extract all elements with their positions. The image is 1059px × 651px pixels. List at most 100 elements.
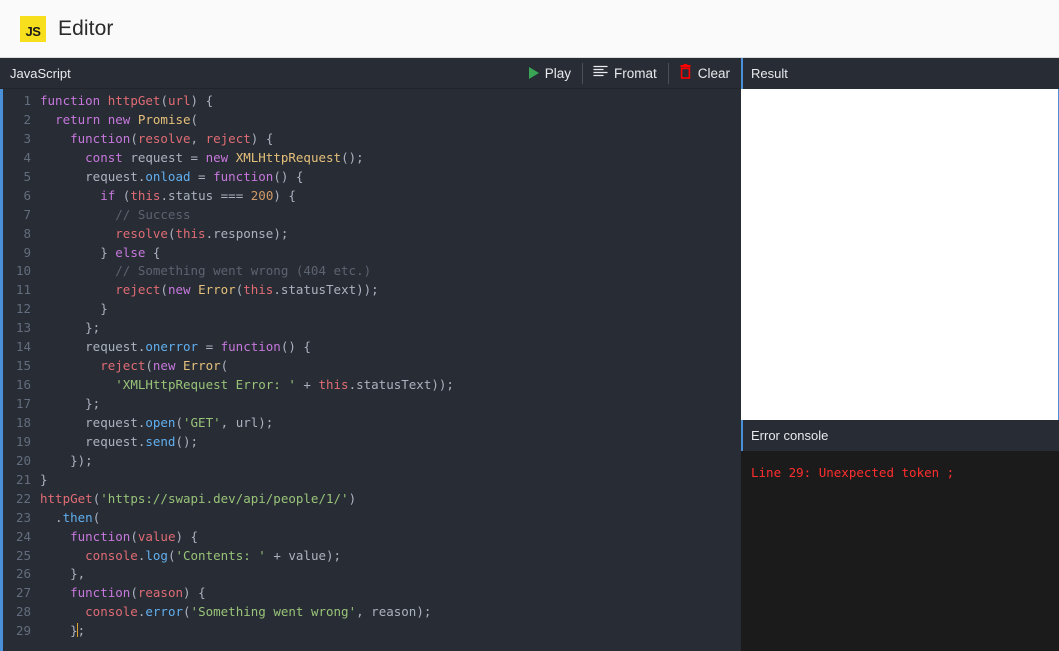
code-line[interactable]: 2 return new Promise(: [3, 111, 741, 130]
code-token: request.: [40, 433, 146, 449]
code-editor-area[interactable]: 1 function httpGet(url) {2 return new Pro…: [0, 89, 741, 651]
format-button-label: Fromat: [613, 65, 657, 81]
code-token: ;: [77, 623, 86, 639]
js-editor-app: JS Editor JavaScript Play Fromat Clear 1…: [0, 0, 1059, 651]
code-token: }: [40, 623, 78, 639]
code-token: reject: [115, 282, 161, 298]
code-line[interactable]: 3 function(resolve, reject) {: [3, 130, 741, 149]
code-line[interactable]: 13 };: [3, 319, 741, 338]
code-token: httpGet: [40, 490, 93, 506]
code-line[interactable]: 18 request.open('GET', url);: [3, 414, 741, 433]
code-token: , reason);: [356, 604, 432, 620]
code-token: request.: [40, 168, 146, 184]
line-number: 27: [15, 585, 31, 601]
code-line[interactable]: 10 // Something went wrong (404 etc.): [3, 262, 741, 281]
clear-button[interactable]: Clear: [667, 58, 741, 89]
code-token: function: [213, 168, 274, 184]
line-number: 6: [23, 187, 31, 203]
code-line[interactable]: 16 'XMLHttpRequest Error: ' + this.statu…: [3, 376, 741, 395]
code-token: ();: [341, 149, 364, 165]
code-token: // Success: [40, 206, 191, 222]
code-line[interactable]: 5 request.onload = function() {: [3, 168, 741, 187]
code-line[interactable]: 29 };: [3, 622, 741, 641]
code-token: request =: [122, 149, 206, 165]
line-number: 5: [23, 168, 31, 184]
code-token: };: [40, 320, 101, 336]
language-label: JavaScript: [10, 65, 71, 81]
code-token: .statusText));: [348, 377, 454, 393]
code-line[interactable]: 12 }: [3, 300, 741, 319]
code-line[interactable]: 15 reject(new Error(: [3, 357, 741, 376]
code-token: (: [145, 358, 153, 374]
code-token: ) {: [183, 585, 206, 601]
code-token: .response);: [205, 225, 289, 241]
line-number: 10: [15, 263, 31, 279]
code-line[interactable]: 6 if (this.status === 200) {: [3, 187, 741, 206]
code-token: };: [40, 396, 101, 411]
code-token: 'https://swapi.dev/api/people/1/': [100, 490, 349, 506]
code-line[interactable]: 1 function httpGet(url) {: [3, 92, 741, 111]
line-number: 7: [23, 206, 31, 222]
line-number: 24: [15, 528, 31, 544]
code-token: 'Something went wrong': [190, 604, 357, 620]
result-panel-body: [741, 89, 1059, 420]
line-number: 21: [15, 471, 31, 487]
toolbar-actions: Play Fromat Clear: [518, 58, 741, 89]
code-token: (: [160, 93, 168, 108]
code-line[interactable]: 7 // Success: [3, 206, 741, 225]
code-token: function: [70, 585, 131, 601]
line-number: 11: [15, 282, 31, 298]
code-token: reject: [205, 130, 251, 146]
code-token: (: [130, 528, 138, 544]
line-number: 29: [15, 623, 31, 639]
code-line[interactable]: 14 request.onerror = function() {: [3, 338, 741, 357]
format-button[interactable]: Fromat: [581, 58, 668, 89]
code-lines[interactable]: 1 function httpGet(url) {2 return new Pro…: [3, 89, 741, 641]
code-token: 'XMLHttpRequest Error: ': [115, 377, 296, 393]
code-token: open: [145, 414, 176, 430]
code-line[interactable]: 19 request.send();: [3, 433, 741, 452]
code-token: function: [70, 528, 131, 544]
code-line[interactable]: 17 };: [3, 395, 741, 414]
editor-column: JavaScript Play Fromat Clear 1 function …: [0, 58, 741, 651]
code-token: 'GET': [183, 414, 221, 430]
code-line[interactable]: 25 console.log('Contents: ' + value);: [3, 547, 741, 566]
code-line[interactable]: 23 .then(: [3, 509, 741, 528]
code-token: }: [40, 244, 116, 260]
code-line[interactable]: 9 } else {: [3, 244, 741, 263]
code-line[interactable]: 27 function(reason) {: [3, 584, 741, 603]
play-button[interactable]: Play: [518, 58, 582, 89]
code-token: log: [145, 547, 168, 563]
code-token: new: [167, 282, 191, 298]
code-token: onload: [145, 168, 191, 184]
line-number: 18: [15, 414, 31, 430]
line-number: 28: [15, 604, 31, 620]
code-line[interactable]: 20 });: [3, 452, 741, 471]
code-line[interactable]: 26 },: [3, 565, 741, 584]
error-console-header: Error console: [741, 420, 1059, 451]
code-line[interactable]: 28 console.error('Something went wrong',…: [3, 603, 741, 622]
error-console-body: Line 29: Unexpected token ;: [741, 451, 1059, 651]
code-line[interactable]: 24 function(value) {: [3, 528, 741, 547]
code-token: (: [130, 585, 138, 601]
code-token: .: [40, 509, 63, 525]
code-line[interactable]: 4 const request = new XMLHttpRequest();: [3, 149, 741, 168]
app-title: Editor: [58, 16, 114, 40]
code-line[interactable]: 8 resolve(this.response);: [3, 225, 741, 244]
code-token: httpGet: [107, 93, 161, 108]
code-line[interactable]: 11 reject(new Error(this.statusText));: [3, 281, 741, 300]
code-line[interactable]: 22 httpGet('https://swapi.dev/api/people/…: [3, 490, 741, 509]
code-token: ) {: [190, 93, 214, 108]
code-token: .statusText));: [273, 282, 379, 298]
code-token: url: [167, 93, 191, 108]
line-number: 26: [15, 566, 31, 582]
code-token: (: [160, 282, 168, 298]
code-line[interactable]: 21}: [3, 471, 741, 490]
code-token: ) {: [175, 528, 199, 544]
